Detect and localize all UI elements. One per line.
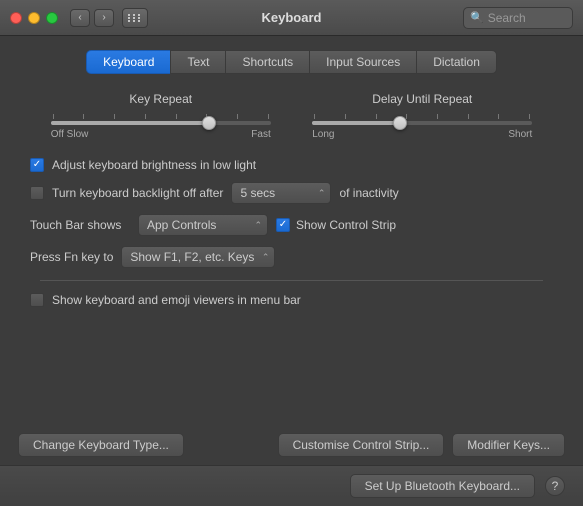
key-repeat-right: Fast: [251, 129, 270, 140]
brightness-label: Adjust keyboard brightness in low light: [52, 158, 256, 172]
touchbar-dropdown[interactable]: App Controls ⌃: [138, 214, 268, 236]
key-repeat-endpoints: Off Slow Fast: [51, 129, 271, 140]
delay-repeat-track[interactable]: [312, 121, 532, 125]
show-control-row: ✓ Show Control Strip: [276, 218, 396, 232]
fn-key-dropdown[interactable]: Show F1, F2, etc. Keys ⌃: [121, 246, 275, 268]
titlebar: ‹ › Keyboard 🔍: [0, 0, 583, 36]
grid-button[interactable]: [122, 8, 148, 28]
nav-buttons: ‹ ›: [70, 9, 114, 27]
fn-key-row: Press Fn key to Show F1, F2, etc. Keys ⌃: [30, 246, 553, 268]
backlight-dropdown-value: 5 secs: [240, 186, 275, 200]
touchbar-dropdown-arrow: ⌃: [254, 220, 262, 231]
control-strip-checkmark: ✓: [279, 220, 287, 230]
search-icon: 🔍: [470, 11, 484, 24]
main-content: Keyboard Text Shortcuts Input Sources Di…: [0, 36, 583, 323]
main-buttons-row: Change Keyboard Type... Customise Contro…: [0, 425, 583, 465]
touchbar-dropdown-value: App Controls: [147, 218, 216, 232]
search-input[interactable]: [488, 11, 568, 25]
divider: [40, 280, 543, 281]
sliders-section: Key Repeat Off Slow Fast Delay Until Rep…: [20, 92, 563, 140]
backlight-checkbox[interactable]: [30, 186, 44, 200]
delay-repeat-slider-group: Delay Until Repeat Long Short: [312, 92, 532, 140]
footer-row: Set Up Bluetooth Keyboard... ?: [0, 465, 583, 506]
fn-key-dropdown-arrow: ⌃: [262, 252, 270, 263]
bluetooth-keyboard-button[interactable]: Set Up Bluetooth Keyboard...: [350, 474, 535, 498]
maximize-button[interactable]: [46, 12, 58, 24]
touchbar-row: Touch Bar shows App Controls ⌃ ✓ Show Co…: [30, 214, 553, 236]
tab-shortcuts[interactable]: Shortcuts: [225, 50, 309, 74]
backlight-label: Turn keyboard backlight off after: [52, 186, 223, 200]
bottom-section: Change Keyboard Type... Customise Contro…: [0, 425, 583, 506]
tab-keyboard[interactable]: Keyboard: [86, 50, 170, 74]
window-title: Keyboard: [262, 10, 322, 25]
control-strip-label: Show Control Strip: [296, 218, 396, 232]
touchbar-label: Touch Bar shows: [30, 218, 130, 232]
tab-dictation[interactable]: Dictation: [416, 50, 497, 74]
backlight-dropdown[interactable]: 5 secs ⌃: [231, 182, 331, 204]
menubar-row: Show keyboard and emoji viewers in menu …: [30, 293, 553, 307]
customise-strip-button[interactable]: Customise Control Strip...: [278, 433, 445, 457]
delay-repeat-right: Short: [508, 129, 532, 140]
help-button[interactable]: ?: [545, 476, 565, 496]
brightness-checkbox[interactable]: ✓: [30, 158, 44, 172]
search-box[interactable]: 🔍: [463, 7, 573, 29]
menubar-checkbox[interactable]: [30, 293, 44, 307]
brightness-row: ✓ Adjust keyboard brightness in low ligh…: [30, 158, 553, 172]
tab-text[interactable]: Text: [170, 50, 225, 74]
key-repeat-label: Key Repeat: [129, 92, 192, 106]
modifier-keys-button[interactable]: Modifier Keys...: [452, 433, 565, 457]
backlight-suffix: of inactivity: [339, 186, 398, 200]
forward-button[interactable]: ›: [94, 9, 114, 27]
control-strip-checkbox[interactable]: ✓: [276, 218, 290, 232]
traffic-lights: [10, 12, 58, 24]
tab-bar: Keyboard Text Shortcuts Input Sources Di…: [20, 50, 563, 74]
key-repeat-track[interactable]: [51, 121, 271, 125]
delay-repeat-ticks: [312, 114, 532, 119]
change-keyboard-button[interactable]: Change Keyboard Type...: [18, 433, 184, 457]
fn-key-label: Press Fn key to: [30, 250, 113, 264]
key-repeat-ticks: [51, 114, 271, 119]
backlight-dropdown-arrow: ⌃: [318, 188, 326, 199]
delay-repeat-label: Delay Until Repeat: [372, 92, 472, 106]
back-button[interactable]: ‹: [70, 9, 90, 27]
tab-input-sources[interactable]: Input Sources: [309, 50, 416, 74]
close-button[interactable]: [10, 12, 22, 24]
fn-key-dropdown-value: Show F1, F2, etc. Keys: [130, 250, 254, 264]
menubar-label: Show keyboard and emoji viewers in menu …: [52, 293, 301, 307]
minimize-button[interactable]: [28, 12, 40, 24]
key-repeat-left: Off Slow: [51, 129, 89, 140]
brightness-checkmark: ✓: [33, 160, 41, 170]
key-repeat-slider-group: Key Repeat Off Slow Fast: [51, 92, 271, 140]
delay-repeat-left: Long: [312, 129, 334, 140]
settings-section: ✓ Adjust keyboard brightness in low ligh…: [20, 158, 563, 307]
delay-repeat-endpoints: Long Short: [312, 129, 532, 140]
backlight-row: Turn keyboard backlight off after 5 secs…: [30, 182, 553, 204]
